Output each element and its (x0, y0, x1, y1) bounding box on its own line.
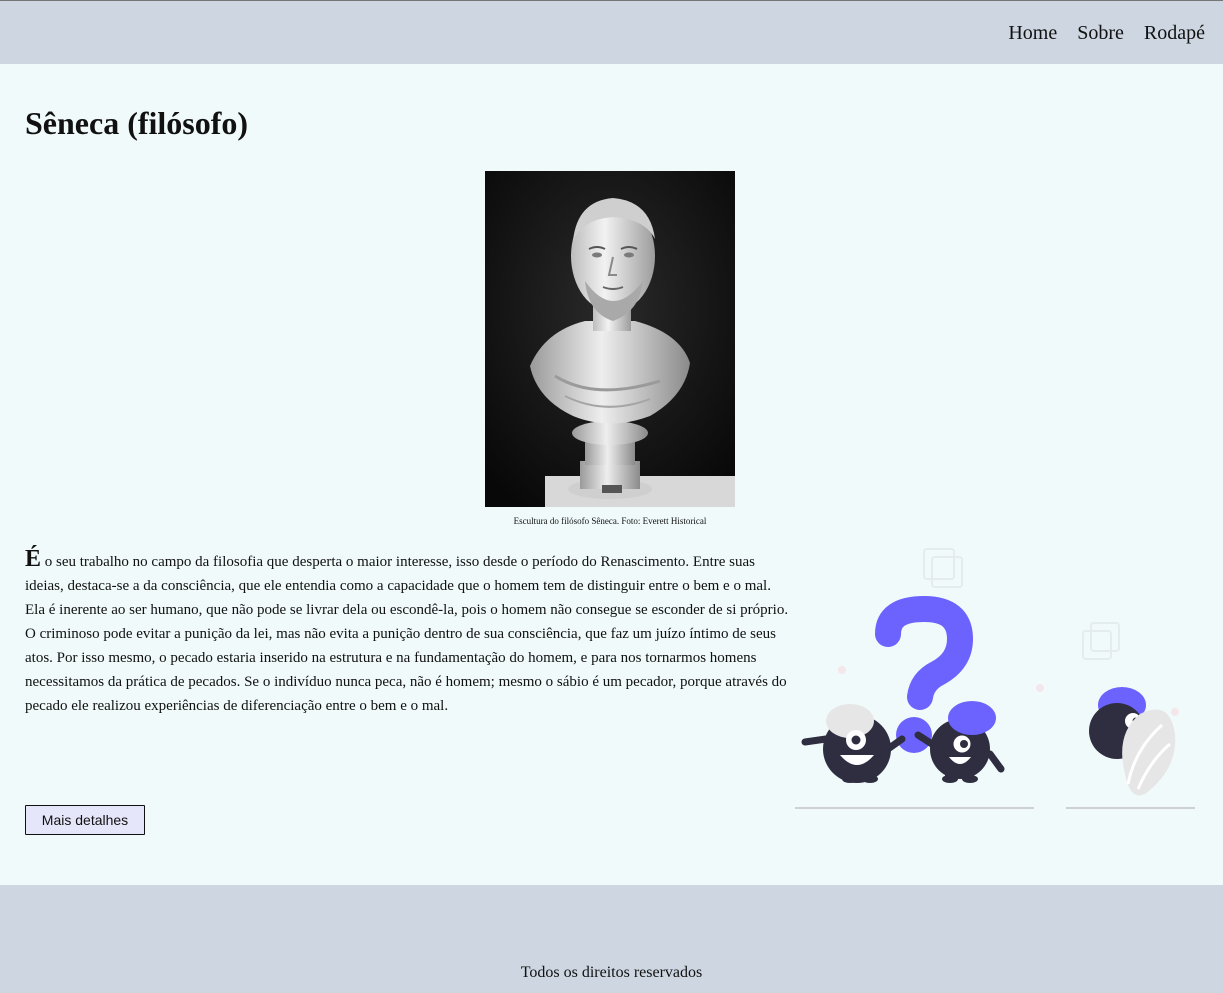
photo-caption: Escultura do filósofo Sêneca. Foto: Ever… (513, 516, 707, 526)
page-title: Sêneca (filósofo) (25, 105, 249, 141)
drop-cap: É (25, 546, 42, 572)
nav-sobre-link[interactable]: Sobre (1077, 21, 1124, 45)
site-header: Home Sobre Rodapé (0, 1, 1223, 64)
site-footer: Todos os direitos reservados (0, 885, 1223, 993)
main-content: Sêneca (filósofo) Escultura do filósofo … (0, 64, 1223, 885)
illustration-svg (795, 548, 1195, 809)
article-text: o seu trabalho no campo da filosofia que… (25, 554, 789, 714)
nav-rodape-link[interactable]: Rodapé (1144, 21, 1205, 45)
character-right (1089, 687, 1176, 796)
copyright-text: Todos os direitos reservados (520, 964, 703, 981)
main-nav: Home Sobre Rodapé (1008, 21, 1205, 45)
seneca-bust-photo (485, 171, 735, 507)
nav-home-link[interactable]: Home (1008, 21, 1057, 45)
question-characters-illustration (790, 539, 1200, 809)
character-middle (914, 701, 1005, 783)
article-paragraph: É o seu trabalho no campo da filosofia q… (25, 547, 793, 718)
bust-image (485, 171, 735, 507)
character-left (801, 704, 906, 783)
more-details-button[interactable]: Mais detalhes (25, 805, 145, 835)
